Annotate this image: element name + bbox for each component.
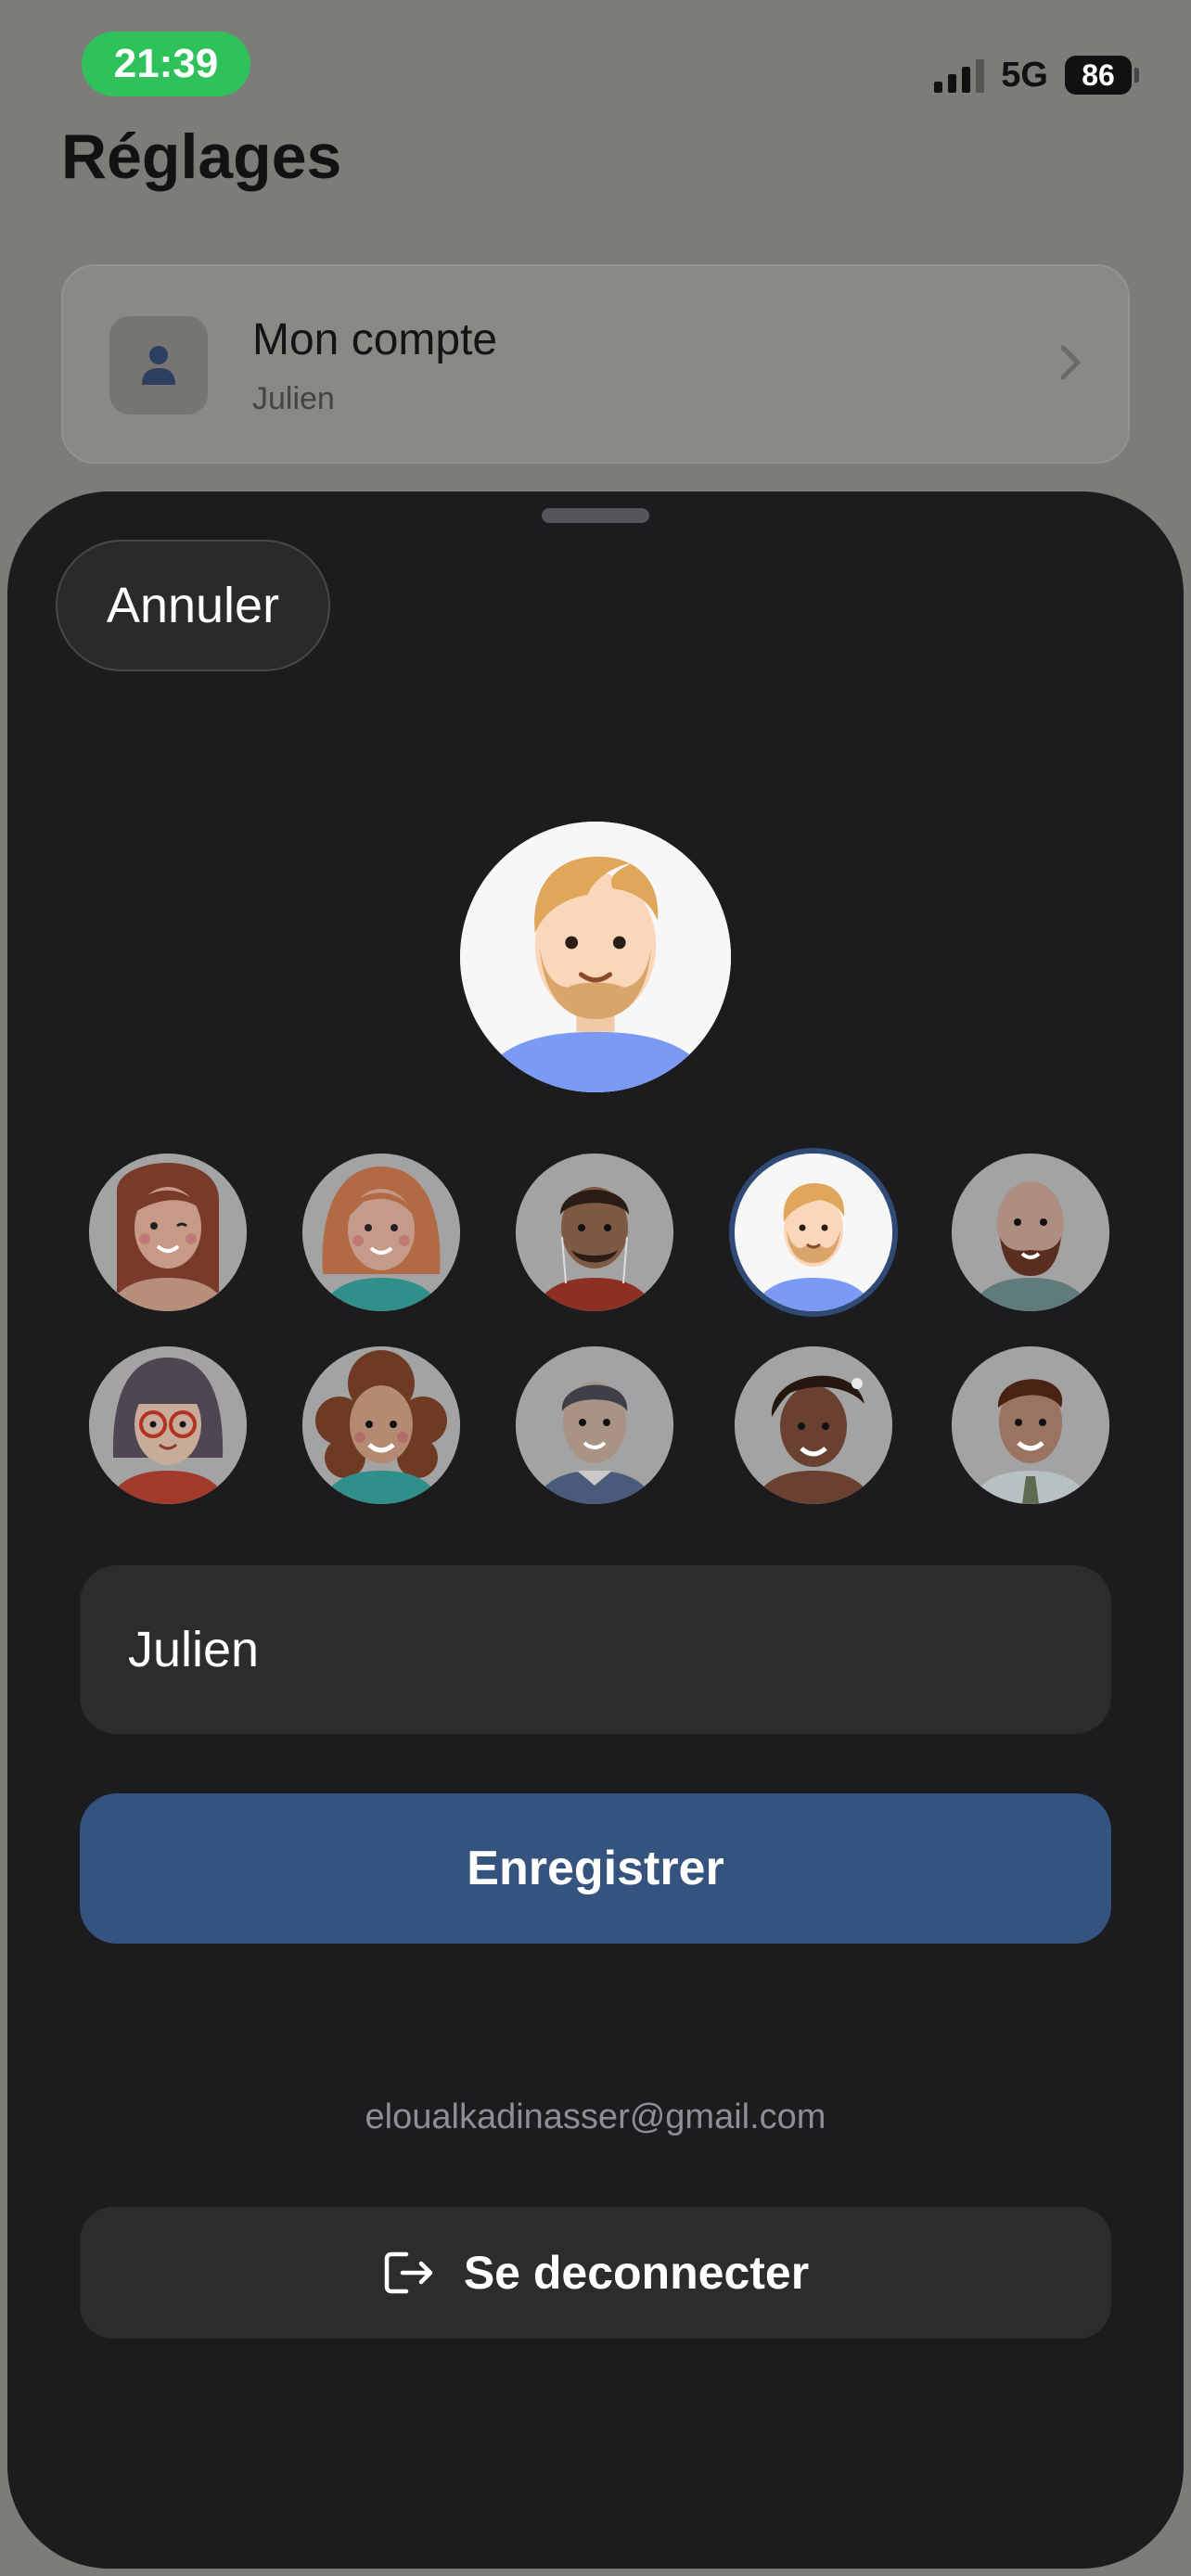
status-indicators: 5G 86 (934, 52, 1139, 98)
avatar-option-woman-auburn-winking[interactable] (89, 1154, 247, 1311)
avatar-option-man-brown-hair-tie[interactable] (952, 1346, 1109, 1504)
sheet-grabber[interactable] (542, 508, 649, 523)
page-title: Réglages (61, 121, 342, 192)
user-icon (109, 316, 208, 414)
avatar-option-woman-dark-skin-hair-clip[interactable] (735, 1346, 892, 1504)
avatar-option-man-gray-hair[interactable] (516, 1346, 673, 1504)
avatar-option-man-blond-beard[interactable] (735, 1154, 892, 1311)
account-email: eloualkadinasser@gmail.com (365, 2098, 826, 2136)
edit-profile-sheet: Annuler Julien Enregistrer eloualkadinas… (7, 491, 1184, 2569)
selected-avatar (460, 822, 731, 1092)
cancel-button[interactable]: Annuler (56, 540, 330, 671)
avatar-option-woman-red-hair[interactable] (302, 1154, 460, 1311)
save-button[interactable]: Enregistrer (80, 1793, 1111, 1944)
logout-label: Se deconnecter (463, 2247, 810, 2299)
account-title: Mon compte (252, 315, 498, 364)
avatar-option-man-bald-beard[interactable] (952, 1154, 1109, 1311)
account-subtitle: Julien (252, 381, 335, 416)
logout-icon (384, 2251, 433, 2294)
account-row[interactable]: Mon compte Julien (61, 264, 1130, 464)
logout-button[interactable]: Se deconnecter (80, 2207, 1111, 2339)
signal-icon (934, 57, 985, 93)
name-input[interactable] (80, 1565, 1111, 1734)
avatar-option-man-dark-beard-earphones[interactable] (516, 1154, 673, 1311)
battery-icon: 86 (1065, 56, 1139, 95)
avatar-option-woman-bob-glasses[interactable] (89, 1346, 247, 1504)
network-label: 5G (1001, 55, 1048, 95)
status-time: 21:39 (82, 32, 250, 96)
avatar-option-woman-curly-brown[interactable] (302, 1346, 460, 1504)
chevron-right-icon (1060, 345, 1081, 380)
